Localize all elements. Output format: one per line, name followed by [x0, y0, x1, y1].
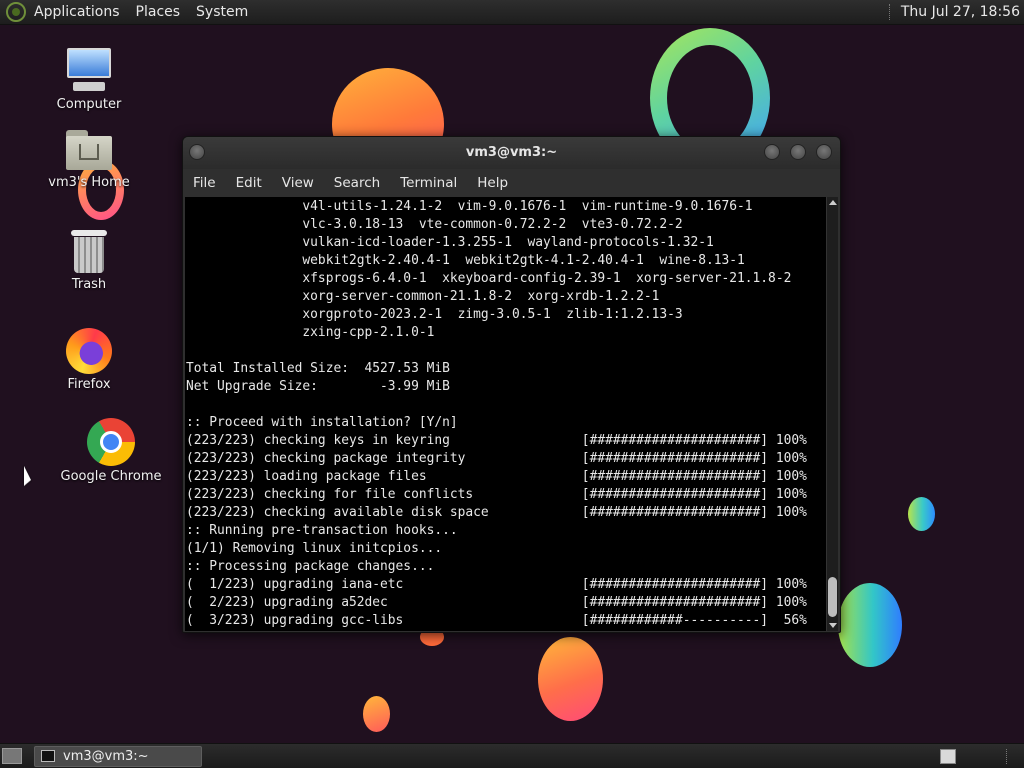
- terminal-line: (223/223) checking keys in keyring [####…: [186, 433, 807, 448]
- terminal-line: xorg-server-common-21.1.8-2 xorg-xrdb-1.…: [186, 289, 660, 304]
- firefox-icon: [66, 328, 112, 374]
- wallpaper-blue-circle: [838, 583, 902, 667]
- taskbar-item-terminal[interactable]: vm3@vm3:~: [34, 746, 202, 767]
- desktop-icon-label: Trash: [71, 277, 107, 292]
- terminal-line: xorgproto-2023.2-1 zimg-3.0.5-1 zlib-1:1…: [186, 307, 683, 322]
- terminal-window: vm3@vm3:~ File Edit View Search Terminal…: [182, 136, 841, 633]
- terminal-line: (1/1) Removing linux initcpios...: [186, 541, 443, 556]
- home-folder-icon: [66, 130, 112, 172]
- desktop-icon-firefox[interactable]: Firefox: [34, 328, 144, 392]
- menu-applications[interactable]: Applications: [34, 4, 120, 20]
- menu-system[interactable]: System: [196, 4, 248, 20]
- distro-logo-icon[interactable]: [6, 2, 26, 22]
- menu-help[interactable]: Help: [477, 175, 508, 191]
- clock[interactable]: Thu Jul 27, 18:56: [901, 4, 1020, 20]
- terminal-line: (223/223) checking for file conflicts [#…: [186, 487, 807, 502]
- trash-icon: [70, 230, 108, 274]
- wallpaper-pink-circle: [538, 637, 603, 721]
- terminal-line: ( 2/223) upgrading a52dec [#############…: [186, 595, 807, 610]
- desktop-icon-label: Google Chrome: [60, 469, 162, 484]
- terminal-line: vlc-3.0.18-13 vte-common-0.72.2-2 vte3-0…: [186, 217, 683, 232]
- menu-view[interactable]: View: [282, 175, 314, 191]
- mouse-cursor-icon: [24, 465, 31, 491]
- menu-terminal[interactable]: Terminal: [400, 175, 457, 191]
- terminal-line: :: Processing package changes...: [186, 559, 435, 574]
- bottom-panel: vm3@vm3:~: [0, 743, 1024, 768]
- terminal-line: vulkan-icd-loader-1.3.255-1 wayland-prot…: [186, 235, 714, 250]
- terminal-output[interactable]: v4l-utils-1.24.1-2 vim-9.0.1676-1 vim-ru…: [185, 197, 826, 631]
- terminal-line: ( 1/223) upgrading iana-etc [###########…: [186, 577, 807, 592]
- desktop-icon-label: Computer: [56, 97, 122, 112]
- terminal-line: zxing-cpp-2.1.0-1: [186, 325, 435, 340]
- maximize-button[interactable]: [790, 144, 806, 160]
- desktop-icon-chrome[interactable]: Google Chrome: [56, 418, 166, 484]
- wallpaper-pink-dot: [363, 696, 390, 732]
- menu-edit[interactable]: Edit: [236, 175, 262, 191]
- desktop-icon-home[interactable]: vm3's Home: [34, 130, 144, 190]
- window-menu-icon[interactable]: [189, 144, 205, 160]
- terminal-line: ( 3/223) upgrading gcc-libs [###########…: [186, 613, 807, 628]
- terminal-scrollbar[interactable]: [826, 197, 838, 631]
- computer-icon: [65, 46, 113, 94]
- wallpaper-blue-dot: [908, 497, 935, 531]
- terminal-lines: v4l-utils-1.24.1-2 vim-9.0.1676-1 vim-ru…: [185, 197, 826, 630]
- show-desktop-icon[interactable]: [2, 748, 22, 764]
- terminal-icon: [41, 750, 55, 762]
- terminal-line: (223/223) checking available disk space …: [186, 505, 807, 520]
- workspace-switcher[interactable]: [940, 749, 956, 764]
- scroll-up-icon[interactable]: [829, 200, 837, 205]
- menu-search[interactable]: Search: [334, 175, 380, 191]
- chrome-icon: [87, 418, 135, 466]
- window-titlebar[interactable]: vm3@vm3:~: [183, 137, 840, 169]
- desktop-icon-trash[interactable]: Trash: [34, 230, 144, 292]
- minimize-button[interactable]: [764, 144, 780, 160]
- terminal-line: xfsprogs-6.4.0-1 xkeyboard-config-2.39-1…: [186, 271, 792, 286]
- terminal-line: webkit2gtk-2.40.4-1 webkit2gtk-4.1-2.40.…: [186, 253, 745, 268]
- terminal-line: :: Proceed with installation? [Y/n]: [186, 415, 458, 430]
- terminal-line: :: Running pre-transaction hooks...: [186, 523, 458, 538]
- terminal-line: (223/223) loading package files [#######…: [186, 469, 807, 484]
- terminal-line: Total Installed Size: 4527.53 MiB: [186, 361, 450, 376]
- desktop-icon-computer[interactable]: Computer: [34, 46, 144, 112]
- terminal-line: Net Upgrade Size: -3.99 MiB: [186, 379, 450, 394]
- scroll-thumb[interactable]: [828, 577, 837, 617]
- menu-file[interactable]: File: [193, 175, 216, 191]
- panel-separator: [1006, 749, 1007, 764]
- terminal-menubar: File Edit View Search Terminal Help: [183, 169, 840, 197]
- terminal-line: v4l-utils-1.24.1-2 vim-9.0.1676-1 vim-ru…: [186, 199, 753, 214]
- terminal-line: (223/223) checking package integrity [##…: [186, 451, 807, 466]
- scroll-down-icon[interactable]: [829, 623, 837, 628]
- top-panel: Applications Places System Thu Jul 27, 1…: [0, 0, 1024, 25]
- desktop-icon-label: Firefox: [67, 377, 111, 392]
- window-title: vm3@vm3:~: [465, 145, 558, 160]
- panel-separator: [888, 4, 891, 20]
- close-button[interactable]: [816, 144, 832, 160]
- desktop-icon-label: vm3's Home: [48, 175, 130, 190]
- menu-places[interactable]: Places: [136, 4, 181, 20]
- taskbar-item-label: vm3@vm3:~: [63, 749, 149, 764]
